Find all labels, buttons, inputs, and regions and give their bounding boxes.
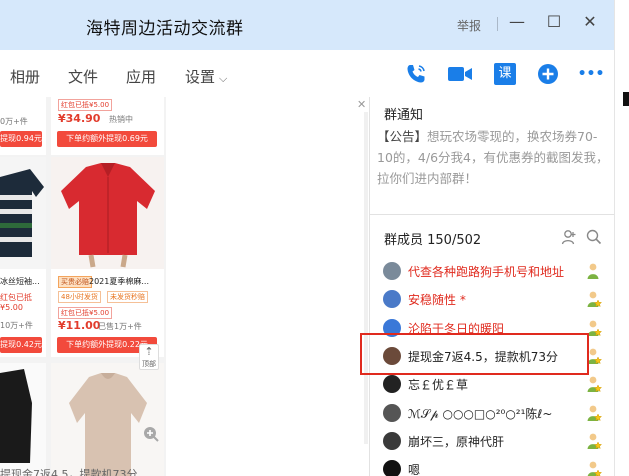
product-card[interactable]: [0, 363, 46, 476]
product-image: [0, 363, 46, 476]
coupon-badge: 红包已抵¥5.00: [58, 307, 113, 319]
invite-member-icon[interactable]: [561, 229, 577, 245]
pane-divider: [369, 97, 370, 476]
member-name: 崩坏三，原神代肝: [408, 434, 505, 449]
minimize-button[interactable]: —: [505, 10, 529, 34]
add-icon[interactable]: [535, 61, 561, 87]
more-icon[interactable]: •••: [578, 61, 605, 87]
product-sold: 热销中: [109, 115, 133, 124]
video-call-icon[interactable]: [447, 61, 473, 87]
member-row[interactable]: 忘￡优￡草: [383, 372, 609, 396]
chevron-down-icon: ⌵: [219, 72, 228, 85]
shipping-tag: 48小时发货: [58, 291, 101, 303]
avatar[interactable]: [383, 375, 401, 394]
phone-call-icon[interactable]: [403, 61, 429, 87]
product-card[interactable]: 0万+件 提现0.94元: [0, 97, 46, 155]
lesson-label: 课: [494, 63, 516, 85]
admin-icon: [585, 460, 603, 476]
avatar[interactable]: [383, 431, 401, 450]
feed-scrollbar[interactable]: [364, 112, 368, 444]
product-title: 冰丝短袖...: [0, 277, 40, 286]
tab-album[interactable]: 相册: [10, 66, 40, 87]
member-row[interactable]: 安稳随性 *: [383, 287, 609, 311]
tab-apps[interactable]: 应用: [126, 66, 156, 87]
scroll-to-top-label: 顶部: [142, 360, 156, 368]
member-name: 代查各种跑路狗手机号和地址: [408, 265, 565, 279]
owner-icon: [585, 262, 603, 280]
cashback-button[interactable]: 下单约额外提现0.69元: [57, 131, 157, 147]
product-image: [51, 157, 164, 269]
maximize-button[interactable]: ☐: [542, 10, 566, 34]
notice-body[interactable]: 【公告】想玩农场零现的，换农场券70-10的，4/6分我4，有优惠券的截图发我，…: [377, 126, 611, 189]
product-price-value: ¥11.00: [58, 319, 101, 332]
refund-tag: 未发货秒赔: [107, 291, 148, 303]
tab-settings-label: 设置: [185, 68, 216, 86]
background-window-mark: [623, 92, 629, 106]
coupon-badge: 红包已抵¥5.00: [0, 293, 32, 312]
admin-icon: [585, 290, 603, 308]
product-image: [0, 157, 46, 269]
product-price: ¥34.90: [58, 112, 100, 125]
zoom-icon[interactable]: [143, 426, 159, 442]
member-row[interactable]: 代查各种跑路狗手机号和地址: [383, 259, 609, 283]
avatar[interactable]: [383, 290, 401, 309]
lesson-icon[interactable]: 课: [492, 61, 518, 87]
product-card[interactable]: 买贵必赔 2021夏季棉麻... 48小时发货 未发货秒赔 红包已抵¥5.00 …: [51, 157, 164, 357]
member-row[interactable]: 崩坏三，原神代肝: [383, 429, 609, 453]
product-title: 2021夏季棉麻...: [89, 277, 149, 286]
arrow-up-icon: ⇡: [144, 345, 154, 358]
member-name: 忘￡优￡草: [408, 378, 469, 393]
product-sold: 10万+件: [0, 321, 33, 330]
product-card[interactable]: [51, 363, 164, 476]
avatar[interactable]: [383, 262, 401, 280]
member-row[interactable]: 嗯: [383, 457, 609, 476]
tab-bar: 相册 文件 应用 设置 ⌵ 课 •••: [0, 50, 614, 98]
member-row[interactable]: ℳ𝒮𝓅 ○○○□○²⁰○²¹陈ℓ~: [383, 401, 609, 425]
close-button[interactable]: ✕: [578, 10, 602, 34]
highlight-box: [360, 333, 589, 375]
product-sold: 已售1万+件: [98, 322, 142, 331]
coupon-badge: 红包已抵¥5.00: [58, 99, 113, 111]
window-title: 海特周边活动交流群: [86, 19, 244, 39]
guarantee-tag: 买贵必赔: [58, 276, 92, 288]
scroll-to-top-button[interactable]: ⇡ 顶部: [139, 344, 159, 370]
product-price: ¥11.00: [58, 319, 100, 332]
member-name: ℳ𝒮𝓅 ○○○□○²⁰○²¹陈ℓ~: [408, 406, 553, 421]
title-bar: 海特周边活动交流群 举报 — ☐ ✕: [0, 0, 614, 50]
product-sold: 0万+件: [0, 117, 28, 126]
members-title: 群成员 150/502: [384, 233, 482, 248]
avatar[interactable]: [383, 460, 401, 476]
product-feed: 0万+件 提现0.94元 红包已抵¥5.00 ¥34.90 热销中 下单约额外提…: [0, 97, 166, 476]
product-image: [51, 363, 164, 476]
report-button[interactable]: 举报: [457, 17, 481, 34]
search-icon[interactable]: [586, 229, 602, 245]
member-name: 嗯: [408, 463, 421, 476]
member-name: 安稳随性 *: [408, 293, 466, 308]
admin-icon: [585, 432, 603, 450]
product-card[interactable]: 红包已抵¥5.00 ¥34.90 热销中 下单约额外提现0.69元: [51, 97, 164, 155]
tab-settings[interactable]: 设置 ⌵: [185, 66, 227, 87]
cashback-button[interactable]: 提现0.94元: [0, 131, 42, 147]
notice-title: 群通知: [384, 108, 424, 123]
tab-files[interactable]: 文件: [68, 66, 98, 87]
background-window-edge: [614, 0, 629, 476]
admin-icon: [585, 375, 603, 393]
admin-icon: [585, 404, 603, 422]
titlebar-divider: [497, 17, 498, 31]
notice-prefix: 【公告】: [377, 129, 428, 144]
avatar[interactable]: [383, 403, 401, 422]
feed-close-icon[interactable]: ✕: [357, 98, 366, 111]
section-divider: [370, 214, 614, 215]
cashback-button[interactable]: 提现0.42元: [0, 337, 42, 353]
feed-caption: 提现金7返4.5，提款机73分: [0, 468, 138, 476]
product-price-value: ¥34.90: [58, 112, 101, 125]
product-card[interactable]: 冰丝短袖... 红包已抵¥5.00 10万+件 提现0.42元: [0, 157, 46, 357]
